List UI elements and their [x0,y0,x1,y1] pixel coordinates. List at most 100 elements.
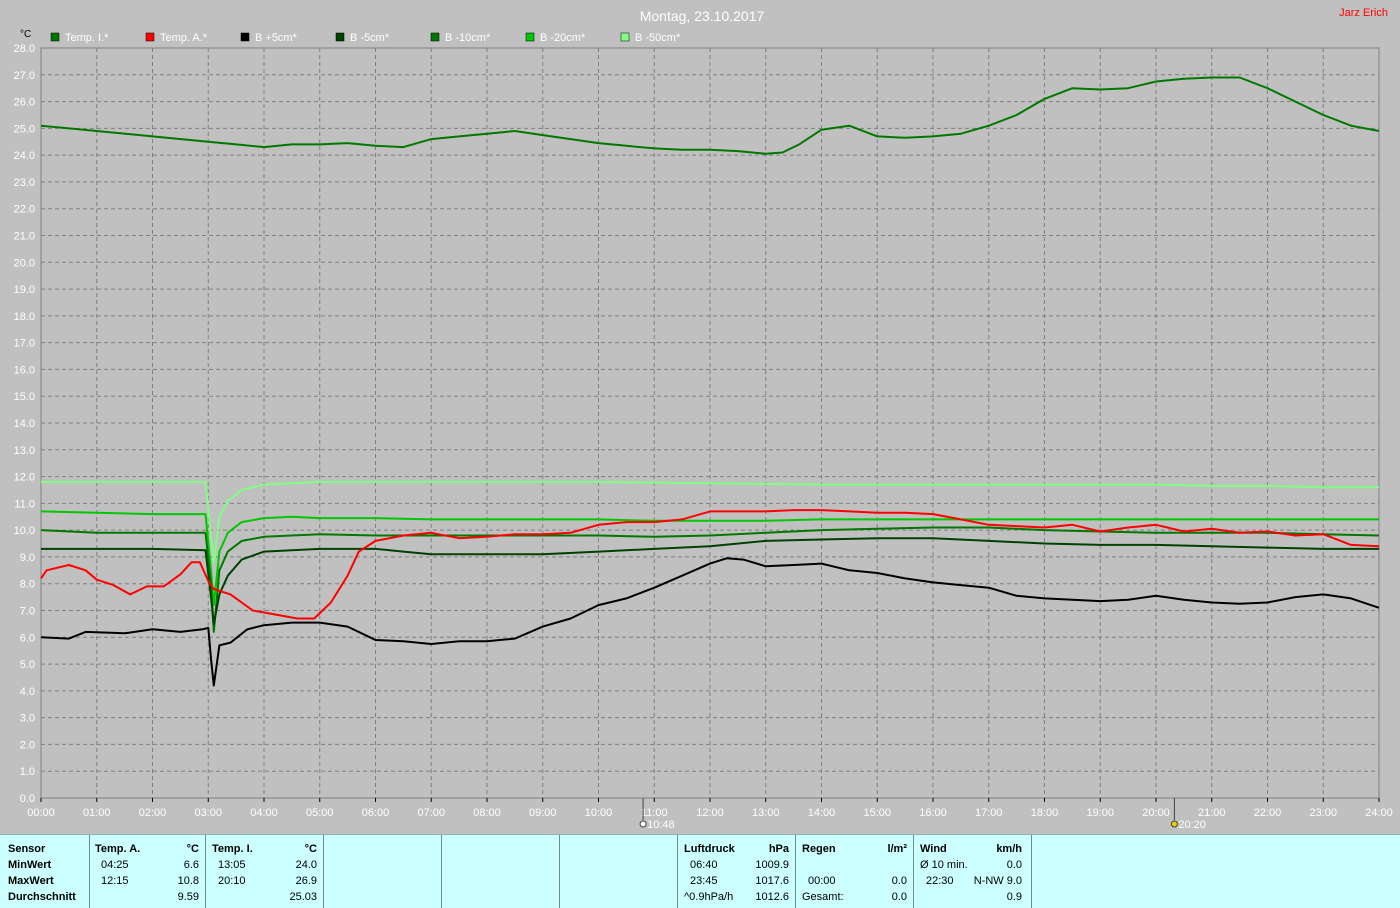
luftdruck-min-val: 1009.9 [755,859,789,871]
y-tick-label: 1.0 [20,766,35,778]
legend-label: B +5cm* [255,32,298,44]
y-tick-label: 22.0 [14,204,35,216]
temp-i-avg: 25.03 [289,891,317,903]
regen-time: 00:00 [808,875,836,887]
x-tick-label: 11:00 [641,807,668,819]
y-tick-label: 2.0 [20,739,35,751]
wind-mean: 0.9 [1006,891,1022,903]
wind-avg-label: Ø 10 min. [920,859,968,871]
x-tick-label: 05:00 [306,807,334,819]
y-tick-label: 21.0 [14,231,35,243]
y-tick-label: 9.0 [20,552,35,564]
wind-unit: km/h [996,843,1022,855]
x-tick-label: 03:00 [194,807,222,819]
y-tick-label: 7.0 [20,606,35,618]
x-tick-label: 01:00 [83,807,111,819]
stats-col-wind: Wind km/h Ø 10 min. 0.0 22:30 N-NW 9.0 0… [914,835,1032,908]
temp-a-avg: 9.59 [177,891,199,903]
x-tick-label: 23:00 [1309,807,1337,819]
x-tick-label: 21:00 [1198,807,1226,819]
y-tick-label: 8.0 [20,579,35,591]
x-tick-label: 08:00 [473,807,501,819]
y-axis: 0.0 1.0 2.0 3.0 4.0 5.0 6.0 7.0 8.0 9.0 10.0 11.0 12… [14,43,35,805]
temp-i-unit: °C [304,843,317,855]
regen-unit: l/m² [887,843,907,855]
x-tick-label: 20:00 [1142,807,1170,819]
x-tick-label: 19:00 [1086,807,1114,819]
y-tick-label: 11.0 [14,498,35,510]
legend-swatch [240,32,250,42]
regen-total: 0.0 [891,891,907,903]
legend-swatch [50,32,60,42]
y-axis-unit: °C [20,29,31,40]
stats-sensor-title: Sensor [8,843,46,855]
y-tick-label: 27.0 [14,70,35,82]
wind-max-time: 22:30 [926,875,954,887]
x-tick-label: 15:00 [863,807,891,819]
temp-a-max-time: 12:15 [101,875,129,887]
legend-label: B -10cm* [445,32,491,44]
stats-col-sensor: Sensor MinWert MaxWert Durchschnitt [0,835,90,908]
x-tick-label: 17:00 [975,807,1003,819]
stats-row-max: MaxWert [8,875,54,887]
temp-a-unit: °C [186,843,199,855]
wind-avg-val: 0.0 [1006,859,1022,871]
y-tick-label: 17.0 [14,338,35,350]
stats-row-min: MinWert [8,859,52,871]
stats-col-temp-i: Temp. I. °C 13:05 24.0 20:10 26.9 25.03 [206,835,324,908]
stats-col-empty-3 [560,835,678,908]
legend-swatch [430,32,440,42]
temp-a-title: Temp. A. [95,843,141,855]
temp-a-min-time: 04:25 [101,859,129,871]
legend-label: B -20cm* [540,32,586,44]
x-tick-label: 13:00 [752,807,780,819]
x-tick-label: 04:00 [250,807,278,819]
sun-marker-label: 10:48 [647,819,675,831]
luftdruck-trend: ^0.9hPa/h [684,891,734,903]
stats-col-regen: Regen l/m² 00:00 0.0 Gesamt: 0.0 [796,835,914,908]
temperature-chart: Montag, 23.10.2017 Jarz Erich °C Temp. I… [14,7,1393,831]
temp-i-max-val: 26.9 [295,875,317,887]
stats-col-empty-2 [442,835,560,908]
temp-i-max-time: 20:10 [218,875,246,887]
y-tick-label: 25.0 [14,123,35,135]
stats-row-avg: Durchschnitt [8,891,76,903]
legend-label: Temp. A.* [160,32,208,44]
y-tick-label: 3.0 [20,713,35,725]
luftdruck-max-val: 1017.6 [755,875,789,887]
temp-a-min-val: 6.6 [183,859,199,871]
stats-col-luftdruck: Luftdruck hPa 06:40 1009.9 23:45 1017.6 … [678,835,796,908]
x-axis: 00:00 01:00 02:00 03:00 04:00 05:00 06:00 07:00… [27,798,1393,819]
y-tick-label: 20.0 [14,257,35,269]
y-tick-label: 15.0 [14,391,35,403]
legend-label: B -5cm* [350,32,390,44]
legend-swatch [145,32,155,42]
luftdruck-min-time: 06:40 [690,859,718,871]
wind-title: Wind [920,843,947,855]
y-tick-label: 0.0 [20,793,35,805]
y-tick-label: 23.0 [14,177,35,189]
y-tick-label: 26.0 [14,97,35,109]
luftdruck-current: 1012.6 [755,891,789,903]
x-tick-label: 14:00 [808,807,836,819]
x-tick-label: 00:00 [27,807,55,819]
y-tick-label: 16.0 [14,364,35,376]
x-tick-label: 24:00 [1365,807,1393,819]
stats-col-temp-a: Temp. A. °C 04:25 6.6 12:15 10.8 9.59 [89,835,206,908]
x-tick-label: 16:00 [919,807,947,819]
temp-i-min-time: 13:05 [218,859,246,871]
legend-swatch [335,32,345,42]
legend-swatch [620,32,630,42]
x-tick-label: 18:00 [1031,807,1059,819]
luftdruck-title: Luftdruck [684,843,735,855]
stats-panel: Sensor MinWert MaxWert Durchschnitt Temp… [0,834,1400,908]
luftdruck-max-time: 23:45 [690,875,718,887]
regen-title: Regen [802,843,836,855]
legend-label: Temp. I.* [65,32,109,44]
chart-grid [40,47,1380,799]
y-tick-label: 12.0 [14,472,35,484]
x-tick-label: 06:00 [362,807,390,819]
y-tick-label: 13.0 [14,445,35,457]
x-tick-label: 12:00 [696,807,724,819]
y-tick-label: 5.0 [20,659,35,671]
